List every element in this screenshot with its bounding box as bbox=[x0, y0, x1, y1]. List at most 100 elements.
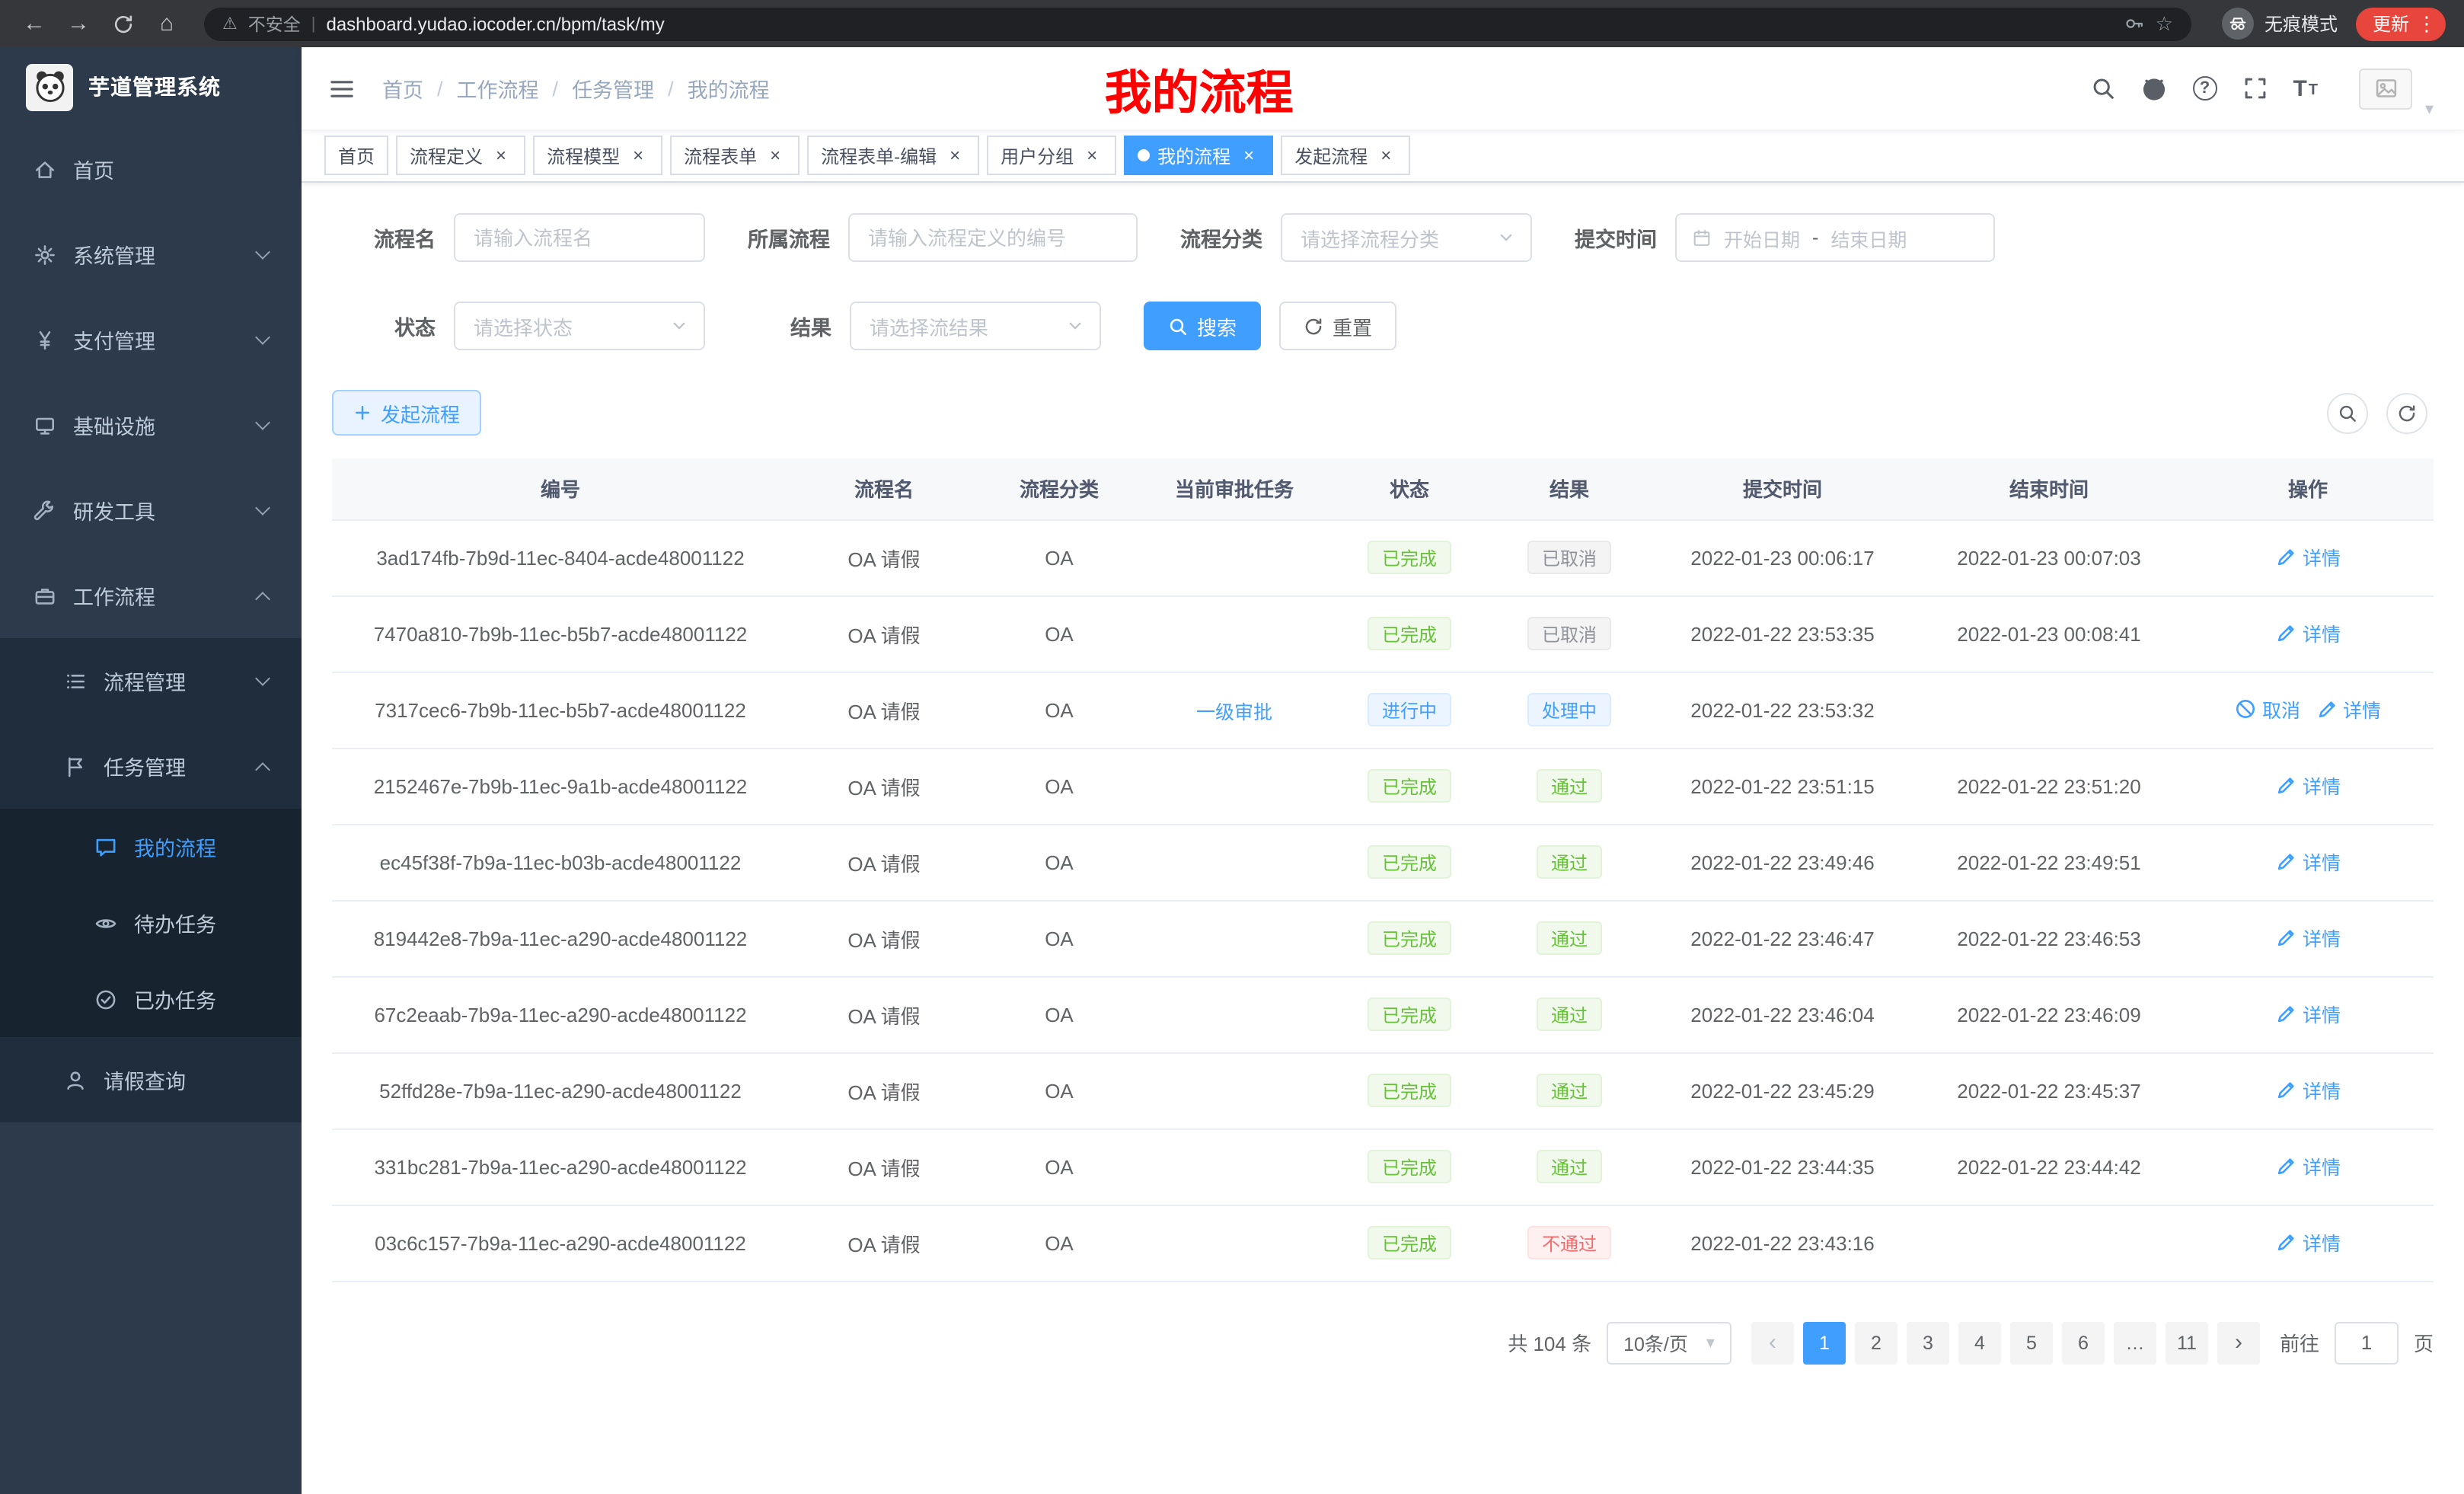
tab-close-icon[interactable]: × bbox=[490, 145, 512, 166]
tab-close-icon[interactable]: × bbox=[764, 145, 786, 166]
tab-close-icon[interactable]: × bbox=[944, 145, 965, 166]
category-select[interactable]: 请选择流程分类 bbox=[1281, 213, 1532, 262]
sidebar-item-workflow[interactable]: 工作流程 bbox=[0, 553, 302, 638]
search-button[interactable]: 搜索 bbox=[1144, 302, 1261, 350]
fullscreen-icon[interactable] bbox=[2242, 76, 2267, 101]
filter-row-1: 流程名 所属流程 流程分类 请选择流程分类 bbox=[332, 213, 2434, 262]
submit-time-range-picker[interactable]: 开始日期 - 结束日期 bbox=[1675, 213, 1995, 262]
cell-process-name: OA 请假 bbox=[789, 976, 979, 1052]
goto-label: 前往 bbox=[2280, 1328, 2319, 1357]
sidebar-item-home[interactable]: 首页 bbox=[0, 126, 302, 212]
action-label: 详情 bbox=[2303, 999, 2341, 1028]
sidebar-toggle-icon[interactable] bbox=[323, 69, 361, 107]
pagination-next-button[interactable]: › bbox=[2217, 1321, 2260, 1364]
user-avatar[interactable]: ▾ bbox=[2359, 68, 2412, 109]
process-name-label: 流程名 bbox=[332, 222, 436, 253]
sidebar-item-done-tasks[interactable]: 已办任务 bbox=[0, 961, 302, 1037]
sidebar-item-infrastructure[interactable]: 基础设施 bbox=[0, 382, 302, 468]
table-row: 52ffd28e-7b9a-11ec-a290-acde48001122OA 请… bbox=[332, 1052, 2434, 1128]
breadcrumb-separator: / bbox=[437, 77, 443, 100]
tab-process-form-edit[interactable]: 流程表单-编辑× bbox=[807, 136, 979, 175]
start-process-button[interactable]: 发起流程 bbox=[332, 390, 481, 436]
breadcrumb-home[interactable]: 首页 bbox=[382, 73, 423, 104]
tab-close-icon[interactable]: × bbox=[1375, 145, 1396, 166]
action-detail-link[interactable]: 详情 bbox=[2316, 694, 2381, 723]
reset-button[interactable]: 重置 bbox=[1279, 302, 1396, 350]
sidebar-item-devtools[interactable]: 研发工具 bbox=[0, 468, 302, 553]
goto-page-input[interactable] bbox=[2335, 1321, 2399, 1364]
pagination-ellipsis[interactable]: … bbox=[2114, 1321, 2156, 1364]
incognito-label: 无痕模式 bbox=[2265, 11, 2338, 37]
action-detail-link[interactable]: 详情 bbox=[2275, 1227, 2341, 1256]
sidebar-item-task-management[interactable]: 任务管理 bbox=[0, 723, 302, 809]
toggle-search-icon[interactable] bbox=[2327, 392, 2368, 433]
result-select[interactable]: 请选择流结果 bbox=[850, 302, 1101, 350]
tab-process-definition[interactable]: 流程定义× bbox=[396, 136, 525, 175]
current-task-link[interactable]: 一级审批 bbox=[1196, 695, 1272, 724]
help-icon[interactable]: ? bbox=[2192, 76, 2217, 101]
page-button-11[interactable]: 11 bbox=[2166, 1321, 2208, 1364]
sidebar-item-process-management[interactable]: 流程管理 bbox=[0, 638, 302, 723]
sidebar-logo[interactable]: 芋道管理系统 bbox=[0, 47, 302, 126]
process-name-input[interactable] bbox=[454, 213, 705, 262]
breadcrumb-workflow[interactable]: 工作流程 bbox=[457, 73, 539, 104]
cell-actions: 详情 bbox=[2182, 748, 2434, 824]
action-label: 详情 bbox=[2303, 923, 2341, 952]
bookmark-star-icon[interactable]: ☆ bbox=[2156, 11, 2173, 36]
page-button-5[interactable]: 5 bbox=[2010, 1321, 2053, 1364]
tab-start-process[interactable]: 发起流程× bbox=[1281, 136, 1410, 175]
page-button-1[interactable]: 1 bbox=[1803, 1321, 1846, 1364]
action-detail-link[interactable]: 详情 bbox=[2275, 1151, 2341, 1180]
sidebar-item-label: 请假查询 bbox=[104, 1065, 186, 1095]
tab-process-model[interactable]: 流程模型× bbox=[533, 136, 662, 175]
action-detail-link[interactable]: 详情 bbox=[2275, 1075, 2341, 1104]
page-button-2[interactable]: 2 bbox=[1855, 1321, 1897, 1364]
pagination-prev-button[interactable]: ‹ bbox=[1751, 1321, 1794, 1364]
edit-icon bbox=[2275, 1231, 2298, 1253]
action-detail-link[interactable]: 详情 bbox=[2275, 618, 2341, 647]
tab-close-icon[interactable]: × bbox=[1238, 145, 1259, 166]
browser-update-button[interactable]: 更新 ⋮ bbox=[2356, 7, 2446, 40]
cell-id: 819442e8-7b9a-11ec-a290-acde48001122 bbox=[332, 900, 789, 976]
github-icon[interactable] bbox=[2140, 75, 2166, 101]
action-detail-link[interactable]: 详情 bbox=[2275, 542, 2341, 571]
refresh-table-icon[interactable] bbox=[2386, 392, 2427, 433]
action-detail-link[interactable]: 详情 bbox=[2275, 999, 2341, 1028]
status-tag: 已完成 bbox=[1368, 845, 1451, 879]
tab-home[interactable]: 首页 bbox=[324, 136, 388, 175]
status-select[interactable]: 请选择状态 bbox=[454, 302, 705, 350]
parent-process-input[interactable] bbox=[848, 213, 1138, 262]
action-detail-link[interactable]: 详情 bbox=[2275, 923, 2341, 952]
browser-forward-button[interactable]: → bbox=[59, 5, 97, 43]
sidebar-item-leave-query[interactable]: 请假查询 bbox=[0, 1037, 302, 1122]
sidebar-item-label: 基础设施 bbox=[73, 410, 155, 440]
page-button-6[interactable]: 6 bbox=[2062, 1321, 2105, 1364]
tab-process-form[interactable]: 流程表单× bbox=[670, 136, 800, 175]
action-detail-link[interactable]: 详情 bbox=[2275, 847, 2341, 876]
font-size-icon[interactable]: TT bbox=[2293, 77, 2318, 100]
page-button-4[interactable]: 4 bbox=[1958, 1321, 2001, 1364]
page-size-select[interactable]: 10条/页 ▾ bbox=[1607, 1321, 1732, 1364]
action-cancel-link[interactable]: 取消 bbox=[2235, 694, 2300, 723]
tab-user-group[interactable]: 用户分组× bbox=[987, 136, 1116, 175]
tags-view: 首页流程定义×流程模型×流程表单×流程表单-编辑×用户分组×我的流程×发起流程× bbox=[302, 129, 2464, 183]
address-bar[interactable]: ⚠ 不安全 | dashboard.yudao.iocoder.cn/bpm/t… bbox=[204, 7, 2191, 40]
browser-menu-dots-icon[interactable]: ⋮ bbox=[2417, 11, 2437, 36]
browser-refresh-button[interactable] bbox=[104, 5, 142, 43]
page-button-3[interactable]: 3 bbox=[1907, 1321, 1949, 1364]
sidebar-item-payment[interactable]: 支付管理 bbox=[0, 297, 302, 382]
header-search-icon[interactable] bbox=[2090, 76, 2115, 101]
browser-home-button[interactable]: ⌂ bbox=[148, 5, 186, 43]
sidebar-item-todo-tasks[interactable]: 待办任务 bbox=[0, 885, 302, 961]
sidebar-item-system[interactable]: 系统管理 bbox=[0, 212, 302, 297]
home-icon bbox=[34, 158, 56, 180]
tab-my-process[interactable]: 我的流程× bbox=[1124, 136, 1273, 175]
sidebar-item-my-process[interactable]: 我的流程 bbox=[0, 809, 302, 885]
tab-close-icon[interactable]: × bbox=[627, 145, 649, 166]
breadcrumb-task-management[interactable]: 任务管理 bbox=[572, 73, 654, 104]
browser-back-button[interactable]: ← bbox=[15, 5, 53, 43]
action-detail-link[interactable]: 详情 bbox=[2275, 771, 2341, 800]
filter-result: 结果 请选择流结果 bbox=[748, 302, 1101, 350]
password-key-icon[interactable] bbox=[2125, 14, 2145, 34]
tab-close-icon[interactable]: × bbox=[1081, 145, 1103, 166]
